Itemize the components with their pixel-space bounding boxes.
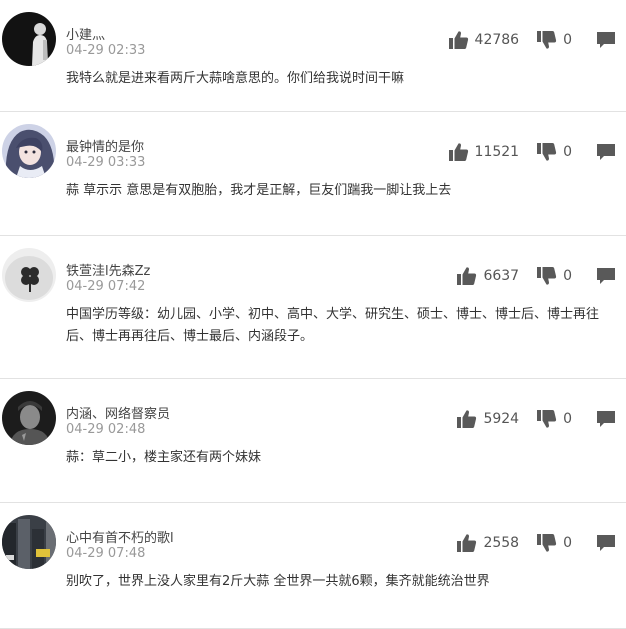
thumbs-down-icon: [537, 533, 557, 553]
like-count: 5924: [483, 411, 520, 427]
comment-item: 心中有首不朽的歌l 04-29 07:48 别吹了，世界上没人家里有2斤大蒜 全…: [0, 503, 626, 629]
comment-actions: 11521 0: [449, 141, 616, 163]
thumbs-down-icon: [537, 30, 557, 50]
like-button[interactable]: 11521: [449, 142, 520, 162]
thumbs-down-icon: [537, 142, 557, 162]
comment-actions: 2558 0: [457, 532, 616, 554]
comment-bubble-icon: [596, 31, 616, 49]
avatar[interactable]: [2, 391, 56, 445]
comment-text: 我特么就是进来看两斤大蒜啥意思的。你们给我说时间干嘛: [66, 71, 405, 86]
comment-text: 别吹了，世界上没人家里有2斤大蒜 全世界一共就6颗，集齐就能统治世界: [66, 574, 490, 589]
comment-bubble-icon: [596, 410, 616, 428]
comment-bubble-icon: [596, 534, 616, 552]
thumbs-up-icon: [449, 30, 469, 50]
thumbs-down-icon: [537, 266, 557, 286]
like-button[interactable]: 5924: [457, 409, 519, 429]
dislike-count: 0: [563, 535, 572, 551]
comment-text: 蒜 草示示 意思是有双胞胎，我才是正解，巨友们踹我一脚让我上去: [66, 183, 452, 198]
avatar-street-scene-icon: [2, 515, 56, 569]
like-button[interactable]: 42786: [449, 30, 520, 50]
dislike-button[interactable]: 0: [537, 409, 572, 429]
username[interactable]: 心中有首不朽的歌l: [66, 527, 174, 546]
comment-actions: 42786 0: [449, 29, 616, 51]
avatar[interactable]: [2, 515, 56, 569]
like-count: 6637: [483, 268, 520, 284]
dislike-count: 0: [563, 144, 572, 160]
like-button[interactable]: 6637: [457, 266, 519, 286]
comment-item: 铁萱洼l先森Zz 04-29 07:42 中国学历等级：幼儿园、小学、初中、高中…: [0, 236, 626, 379]
username[interactable]: 小建灬: [66, 24, 105, 43]
avatar-anime-girl-icon: [2, 124, 56, 178]
comment-list: 小建灬 04-29 02:33 我特么就是进来看两斤大蒜啥意思的。你们给我说时间…: [0, 0, 626, 629]
dislike-count: 0: [563, 32, 572, 48]
thumbs-up-icon: [457, 533, 477, 553]
username[interactable]: 铁萱洼l先森Zz: [66, 260, 150, 279]
comment-actions: 6637 0: [457, 265, 616, 287]
like-count: 11521: [474, 144, 520, 160]
comment-item: 内涵、网络督察员 04-29 02:48 蒜：草二小，楼主家还有两个妹妹 592…: [0, 379, 626, 503]
thumbs-up-icon: [457, 409, 477, 429]
comment-bubble-icon: [596, 143, 616, 161]
reply-button[interactable]: [596, 410, 616, 428]
avatar[interactable]: [2, 248, 56, 302]
thumbs-down-icon: [537, 409, 557, 429]
comment-bubble-icon: [596, 267, 616, 285]
dislike-button[interactable]: 0: [537, 30, 572, 50]
avatar-person-dark-icon: [2, 12, 56, 66]
reply-button[interactable]: [596, 143, 616, 161]
avatar-clover-tattoo-icon: [2, 248, 56, 302]
reply-button[interactable]: [596, 31, 616, 49]
reply-button[interactable]: [596, 534, 616, 552]
comment-item: 最钟情的是你 04-29 03:33 蒜 草示示 意思是有双胞胎，我才是正解，巨…: [0, 112, 626, 236]
timestamp: 04-29 07:42: [66, 279, 146, 294]
avatar-man-cap-icon: [2, 391, 56, 445]
thumbs-up-icon: [449, 142, 469, 162]
username[interactable]: 内涵、网络督察员: [66, 403, 170, 422]
dislike-button[interactable]: 0: [537, 533, 572, 553]
thumbs-up-icon: [457, 266, 477, 286]
dislike-button[interactable]: 0: [537, 142, 572, 162]
like-count: 2558: [483, 535, 520, 551]
username[interactable]: 最钟情的是你: [66, 136, 144, 155]
comment-actions: 5924 0: [457, 408, 616, 430]
like-button[interactable]: 2558: [457, 533, 519, 553]
dislike-count: 0: [563, 411, 572, 427]
reply-button[interactable]: [596, 267, 616, 285]
timestamp: 04-29 02:48: [66, 422, 146, 437]
dislike-count: 0: [563, 268, 572, 284]
avatar[interactable]: [2, 12, 56, 66]
timestamp: 04-29 02:33: [66, 43, 146, 58]
comment-item: 小建灬 04-29 02:33 我特么就是进来看两斤大蒜啥意思的。你们给我说时间…: [0, 0, 626, 112]
like-count: 42786: [474, 32, 520, 48]
comment-text: 蒜：草二小，楼主家还有两个妹妹: [66, 450, 262, 465]
avatar[interactable]: [2, 124, 56, 178]
timestamp: 04-29 03:33: [66, 155, 146, 170]
timestamp: 04-29 07:48: [66, 546, 146, 561]
dislike-button[interactable]: 0: [537, 266, 572, 286]
comment-text: 中国学历等级：幼儿园、小学、初中、高中、大学、研究生、硕士、博士、博士后、博士再…: [66, 307, 600, 344]
